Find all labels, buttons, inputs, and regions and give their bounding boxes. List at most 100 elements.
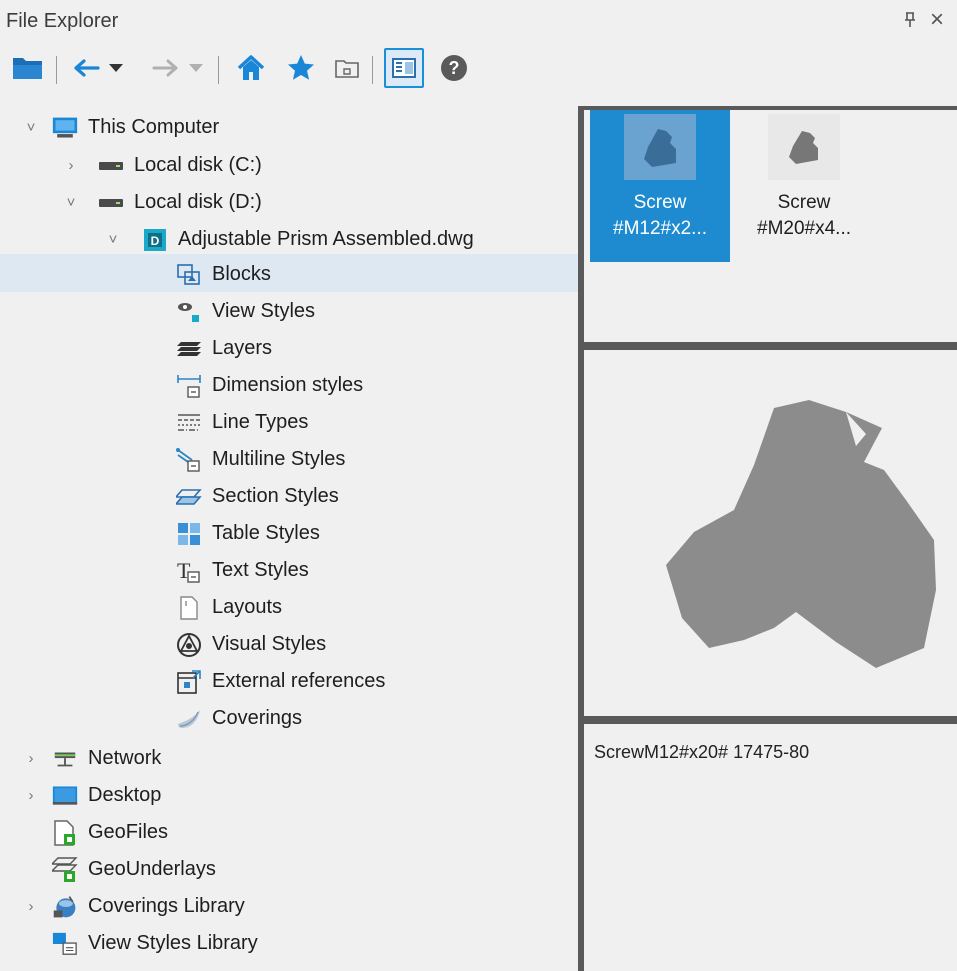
tree-item-label: View Styles [212,300,316,322]
block-thumbnail-line1: Screw [777,192,831,213]
tree-item-local-disk-d[interactable]: ˅ Local disk (D:) [64,184,262,221]
right-panel: Screw #M12#x2... Screw #M20#x4... ScrewM… [578,106,957,971]
tree-item-dimension-styles[interactable]: Dimension styles [176,367,363,404]
expand-arrow-icon[interactable]: › [24,787,38,804]
block-thumbnails-pane: Screw #M12#x2... Screw #M20#x4... [584,110,957,342]
home-icon[interactable] [232,48,270,88]
tree-item-label: Coverings Library [88,895,245,917]
tree-item-coverings[interactable]: Coverings [176,700,302,737]
line-types-icon [176,410,202,436]
tree-item-multiline-styles[interactable]: Multiline Styles [176,441,345,478]
expand-arrow-icon[interactable]: › [24,750,38,767]
block-thumbnail[interactable]: Screw #M12#x2... [590,110,730,262]
tree-item-label: GeoFiles [88,821,169,843]
block-preview-icon [768,114,840,180]
tree-item-label: Section Styles [212,485,339,507]
tree-item-section-styles[interactable]: Section Styles [176,478,339,515]
tree-item-label: External references [212,670,386,692]
tree-item-geounderlays[interactable]: GeoUnderlays [52,851,216,888]
layers-icon [176,336,202,362]
help-icon[interactable]: ? [434,48,474,88]
block-thumbnail-line2: #M20#x4... [757,218,851,239]
tree-item-layers[interactable]: Layers [176,330,272,367]
tree-item-label: Network [88,747,162,769]
preview-toggle-icon[interactable] [384,48,424,88]
collapse-arrow-icon[interactable]: ˅ [24,119,38,136]
toolbar-separator [56,56,57,84]
block-description-pane: ScrewM12#x20# 17475-80 [584,724,957,971]
computer-icon [52,115,78,141]
tree-item-local-disk-c[interactable]: › Local disk (C:) [64,147,262,184]
pin-icon[interactable] [903,12,917,33]
block-shape-preview [666,400,936,668]
tree-item-label: Layers [212,337,273,359]
toolbar-separator [372,56,373,84]
network-icon [52,746,78,772]
section-styles-icon [176,484,202,510]
expand-arrow-icon[interactable]: › [64,157,78,174]
collapse-arrow-icon[interactable]: ˅ [106,231,120,248]
tree-item-line-types[interactable]: Line Types [176,404,308,441]
tree-item-drawing-file[interactable]: ˅ D Adjustable Prism Assembled.dwg [106,221,474,258]
disk-icon [98,190,124,216]
block-thumbnail-line2: #M12#x2... [613,218,707,239]
favorites-icon[interactable] [282,48,320,88]
dwg-file-icon: D [142,227,168,253]
tree-item-layouts[interactable]: Layouts [176,589,282,626]
visual-styles-icon [176,632,202,658]
tree-item-label: Layouts [212,596,283,618]
disk-icon [98,153,124,179]
tree-item-visual-styles[interactable]: Visual Styles [176,626,326,663]
tree-item-label: Local disk (C:) [134,154,262,176]
tree-item-label: Desktop [88,784,162,806]
forward-dropdown-icon[interactable] [184,48,208,88]
tree-item-blocks[interactable]: Blocks [176,256,271,293]
tree-item-text-styles[interactable]: T Text Styles [176,552,309,589]
title-bar: File Explorer × [0,0,957,44]
tree-item-label: View Styles Library [88,932,258,954]
tree-item-network[interactable]: › Network [24,740,162,777]
tree-item-this-computer[interactable]: ˅ This Computer [24,109,220,146]
close-icon[interactable]: × [930,6,944,34]
geounderlays-icon [52,856,78,883]
collapse-arrow-icon[interactable]: ˅ [64,194,78,211]
svg-text:?: ? [449,58,460,78]
tree-item-label: Coverings [212,707,303,729]
tree-item-desktop[interactable]: › Desktop [24,777,162,814]
view-styles-icon [176,299,202,325]
folder-tree: ˅ This Computer › Local disk (C:) ˅ Loca… [0,106,578,971]
tree-item-table-styles[interactable]: Table Styles [176,515,320,552]
tree-item-label: Dimension styles [212,374,364,396]
multiline-styles-icon [176,447,202,473]
layouts-icon [176,595,202,621]
folder-up-icon[interactable] [330,48,364,88]
block-thumbnail[interactable]: Screw #M20#x4... [734,110,874,262]
block-thumbnail-line1: Screw [633,192,687,213]
tree-item-view-styles[interactable]: View Styles [176,293,315,330]
tree-item-external-references[interactable]: External references [176,663,385,700]
svg-text:D: D [151,234,160,248]
external-references-icon [176,669,202,695]
expand-arrow-icon[interactable]: › [24,898,38,915]
table-styles-icon [176,521,202,547]
open-folder-icon[interactable] [8,48,48,88]
dimension-styles-icon [176,373,202,399]
coverings-icon [176,706,202,732]
tree-item-label: Line Types [212,411,309,433]
block-description: ScrewM12#x20# 17475-80 [594,742,810,762]
tree-item-view-styles-library[interactable]: View Styles Library [52,925,258,962]
selected-row-highlight [0,254,578,292]
tree-item-label: Adjustable Prism Assembled.dwg [178,228,474,250]
toolbar: ? [0,48,957,92]
back-dropdown-icon[interactable] [104,48,128,88]
tree-item-coverings-library[interactable]: › Coverings Library [24,888,245,925]
text-styles-icon: T [176,558,202,584]
tree-item-label: Visual Styles [212,633,327,655]
toolbar-separator [218,56,219,84]
forward-icon[interactable] [148,48,182,88]
tree-item-geofiles[interactable]: GeoFiles [52,814,168,851]
view-styles-library-icon [52,931,78,957]
back-icon[interactable] [70,48,104,88]
geofiles-icon [52,819,78,846]
tree-item-label: Text Styles [212,559,309,581]
